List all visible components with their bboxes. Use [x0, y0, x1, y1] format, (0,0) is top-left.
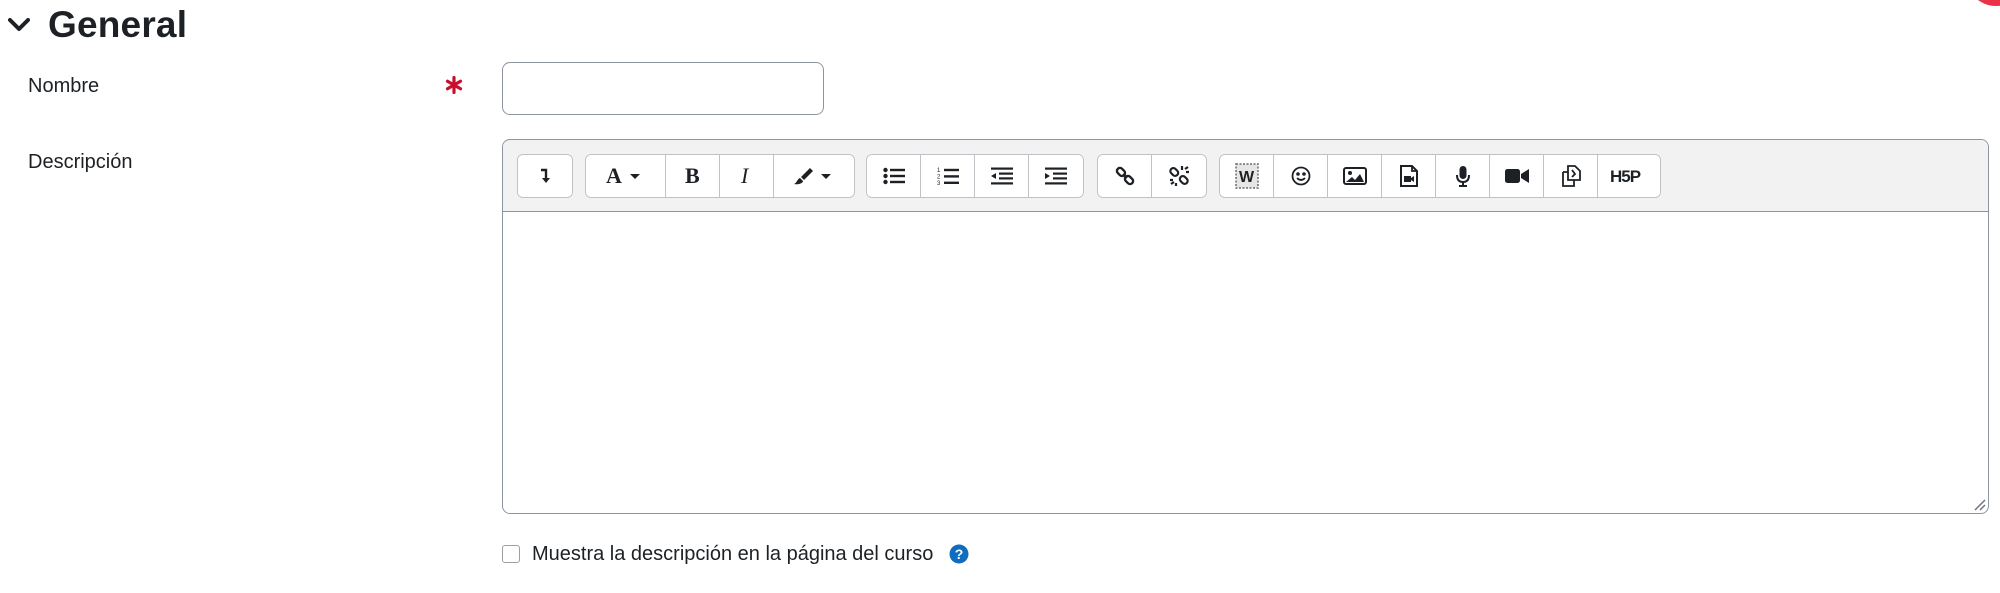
name-label: Nombre [28, 75, 100, 97]
record-audio-icon [1455, 165, 1471, 187]
section-title: General [48, 4, 188, 45]
show-more-icon [538, 167, 552, 185]
corner-decoration [1966, 0, 2000, 6]
emoticon-button[interactable] [1274, 155, 1328, 197]
page: General Nombre Descripción A B I 1 2 3 W… [0, 0, 2000, 593]
chevron-down-icon[interactable] [6, 12, 32, 38]
ordered-list-icon: 1 2 3 [937, 166, 959, 186]
paste-from-word-button[interactable]: W [1220, 155, 1274, 197]
help-icon[interactable]: ? [949, 544, 969, 564]
record-video-button[interactable] [1490, 155, 1544, 197]
outdent-icon [990, 167, 1013, 185]
svg-text:3: 3 [937, 181, 941, 186]
toolbar-group-style: A B I [585, 154, 855, 198]
h5p-button[interactable]: H5P [1598, 155, 1660, 197]
italic-icon: I [740, 165, 754, 187]
indent-button[interactable] [1029, 155, 1083, 197]
emoticon-icon [1291, 166, 1311, 186]
show-description-checkbox[interactable] [502, 545, 520, 563]
description-editor[interactable]: A B I 1 2 3 W H5P [502, 139, 1989, 514]
unlink-button[interactable] [1152, 155, 1206, 197]
bold-icon: B [684, 165, 702, 187]
unordered-list-icon [882, 167, 905, 185]
svg-text:?: ? [955, 546, 964, 562]
toolbar-group-insert: W H5P [1219, 154, 1661, 198]
record-video-icon [1504, 168, 1529, 184]
description-label: Descripción [28, 151, 133, 173]
text-color-icon [793, 165, 835, 187]
unlink-icon [1168, 165, 1190, 187]
ordered-list-button[interactable]: 1 2 3 [921, 155, 975, 197]
manage-files-icon [1560, 165, 1582, 187]
link-button[interactable] [1098, 155, 1152, 197]
bold-button[interactable]: B [666, 155, 720, 197]
name-input[interactable] [502, 62, 824, 115]
section-header[interactable]: General [6, 2, 187, 48]
image-button[interactable] [1328, 155, 1382, 197]
editor-toolbar: A B I 1 2 3 W H5P [503, 140, 1988, 212]
show-description-row: Muestra la descripción en la página del … [502, 540, 969, 568]
show-more-button[interactable] [518, 155, 572, 197]
show-description-label[interactable]: Muestra la descripción en la página del … [532, 543, 933, 566]
svg-text:I: I [740, 165, 750, 187]
toolbar-group-links [1097, 154, 1207, 198]
required-icon [445, 75, 463, 95]
toolbar-group-lists: 1 2 3 [866, 154, 1084, 198]
svg-text:2: 2 [937, 175, 941, 181]
text-color-button[interactable] [774, 155, 854, 197]
indent-icon [1045, 167, 1067, 185]
record-audio-button[interactable] [1436, 155, 1490, 197]
resize-handle-icon[interactable] [1972, 497, 1986, 511]
link-icon [1115, 166, 1135, 186]
h5p-icon: H5P [1609, 166, 1649, 186]
description-editor-area[interactable] [503, 213, 1988, 513]
svg-text:A: A [606, 165, 622, 187]
manage-files-button[interactable] [1544, 155, 1598, 197]
image-icon [1342, 167, 1367, 185]
font-style-icon: A [606, 165, 646, 187]
svg-text:1: 1 [937, 168, 941, 174]
media-icon [1399, 165, 1418, 187]
italic-button[interactable]: I [720, 155, 774, 197]
font-style-button[interactable]: A [586, 155, 666, 197]
media-button[interactable] [1382, 155, 1436, 197]
svg-text:W: W [1239, 169, 1255, 186]
outdent-button[interactable] [975, 155, 1029, 197]
paste-from-word-icon: W [1234, 163, 1259, 189]
toolbar-group-collapse [517, 154, 573, 198]
svg-text:B: B [685, 165, 700, 187]
h5p-icon-text: H5P [1610, 167, 1641, 186]
unordered-list-button[interactable] [867, 155, 921, 197]
